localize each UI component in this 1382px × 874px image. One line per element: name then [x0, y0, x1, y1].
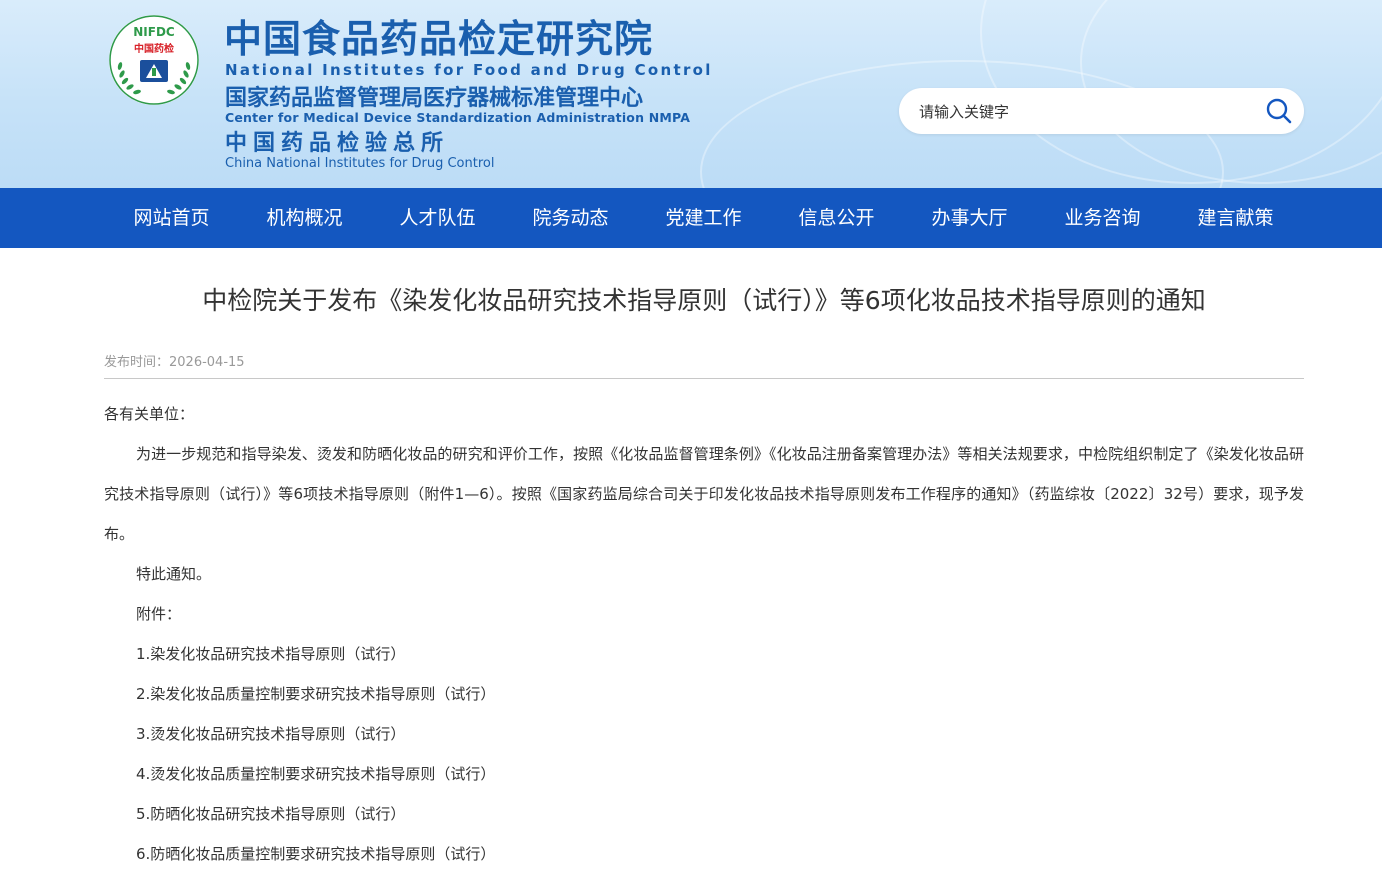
search-box: [899, 88, 1304, 136]
greeting: 各有关单位：: [104, 405, 195, 423]
subtitle-drug-control-en: China National Institutes for Drug Contr…: [225, 156, 495, 171]
logo-ring-text: NIFDC: [133, 25, 175, 39]
nav-item-disclosure[interactable]: 信息公开: [770, 188, 903, 248]
site-title: 中国食品药品检定研究院: [224, 17, 654, 61]
attachment-link[interactable]: 6.防晒化妆品质量控制要求研究技术指导原则（试行）: [104, 834, 1304, 874]
publish-info: 发布时间：2026-04-15: [104, 351, 245, 370]
nav-item-services[interactable]: 办事大厅: [903, 188, 1036, 248]
subtitle-device-center: 国家药品监督管理局医疗器械标准管理中心: [225, 86, 644, 111]
nav-item-news[interactable]: 院务动态: [504, 188, 637, 248]
main-nav: 网站首页 机构概况 人才队伍 院务动态 党建工作 信息公开 办事大厅 业务咨询 …: [0, 188, 1382, 248]
article-title: 中检院关于发布《染发化妆品研究技术指导原则（试行）》等6项化妆品技术指导原则的通…: [202, 286, 1206, 315]
site-header: NIFDC 中国药检 中国食品药品检定研究院 National Institut…: [0, 0, 1382, 188]
attachment-link[interactable]: 2.染发化妆品质量控制要求研究技术指导原则（试行）: [104, 674, 1304, 714]
search-input[interactable]: [917, 88, 1251, 136]
attachment-link[interactable]: 1.染发化妆品研究技术指导原则（试行）: [104, 634, 1304, 674]
logo-badge-text: 中国药检: [134, 42, 174, 55]
nav-item-suggestions[interactable]: 建言献策: [1169, 188, 1302, 248]
attachments-label: 附件：: [136, 605, 182, 623]
notice-text: 特此通知。: [136, 565, 212, 583]
site-title-en: National Institutes for Food and Drug Co…: [225, 61, 713, 79]
publish-label: 发布时间：: [104, 355, 170, 370]
subtitle-device-center-en: Center for Medical Device Standardizatio…: [225, 110, 691, 125]
attachment-link[interactable]: 5.防晒化妆品研究技术指导原则（试行）: [104, 794, 1304, 834]
subtitle-drug-control: 中国药品检验总所: [225, 131, 450, 156]
nifdc-logo[interactable]: NIFDC 中国药检: [108, 14, 200, 106]
publish-date: 2026-04-15: [169, 355, 245, 370]
divider: [104, 378, 1304, 379]
nav-item-talent[interactable]: 人才队伍: [371, 188, 504, 248]
nav-item-consulting[interactable]: 业务咨询: [1036, 188, 1169, 248]
nav-item-home[interactable]: 网站首页: [105, 188, 238, 248]
search-icon[interactable]: [1264, 96, 1294, 126]
nav-item-about[interactable]: 机构概况: [238, 188, 371, 248]
attachment-link[interactable]: 4.烫发化妆品质量控制要求研究技术指导原则（试行）: [104, 754, 1304, 794]
nav-item-party[interactable]: 党建工作: [637, 188, 770, 248]
body-paragraph: 为进一步规范和指导染发、烫发和防晒化妆品的研究和评价工作，按照《化妆品监督管理条…: [104, 445, 1304, 543]
attachment-link[interactable]: 3.烫发化妆品研究技术指导原则（试行）: [104, 714, 1304, 754]
article-body: 各有关单位： 为进一步规范和指导染发、烫发和防晒化妆品的研究和评价工作，按照《化…: [104, 394, 1304, 874]
